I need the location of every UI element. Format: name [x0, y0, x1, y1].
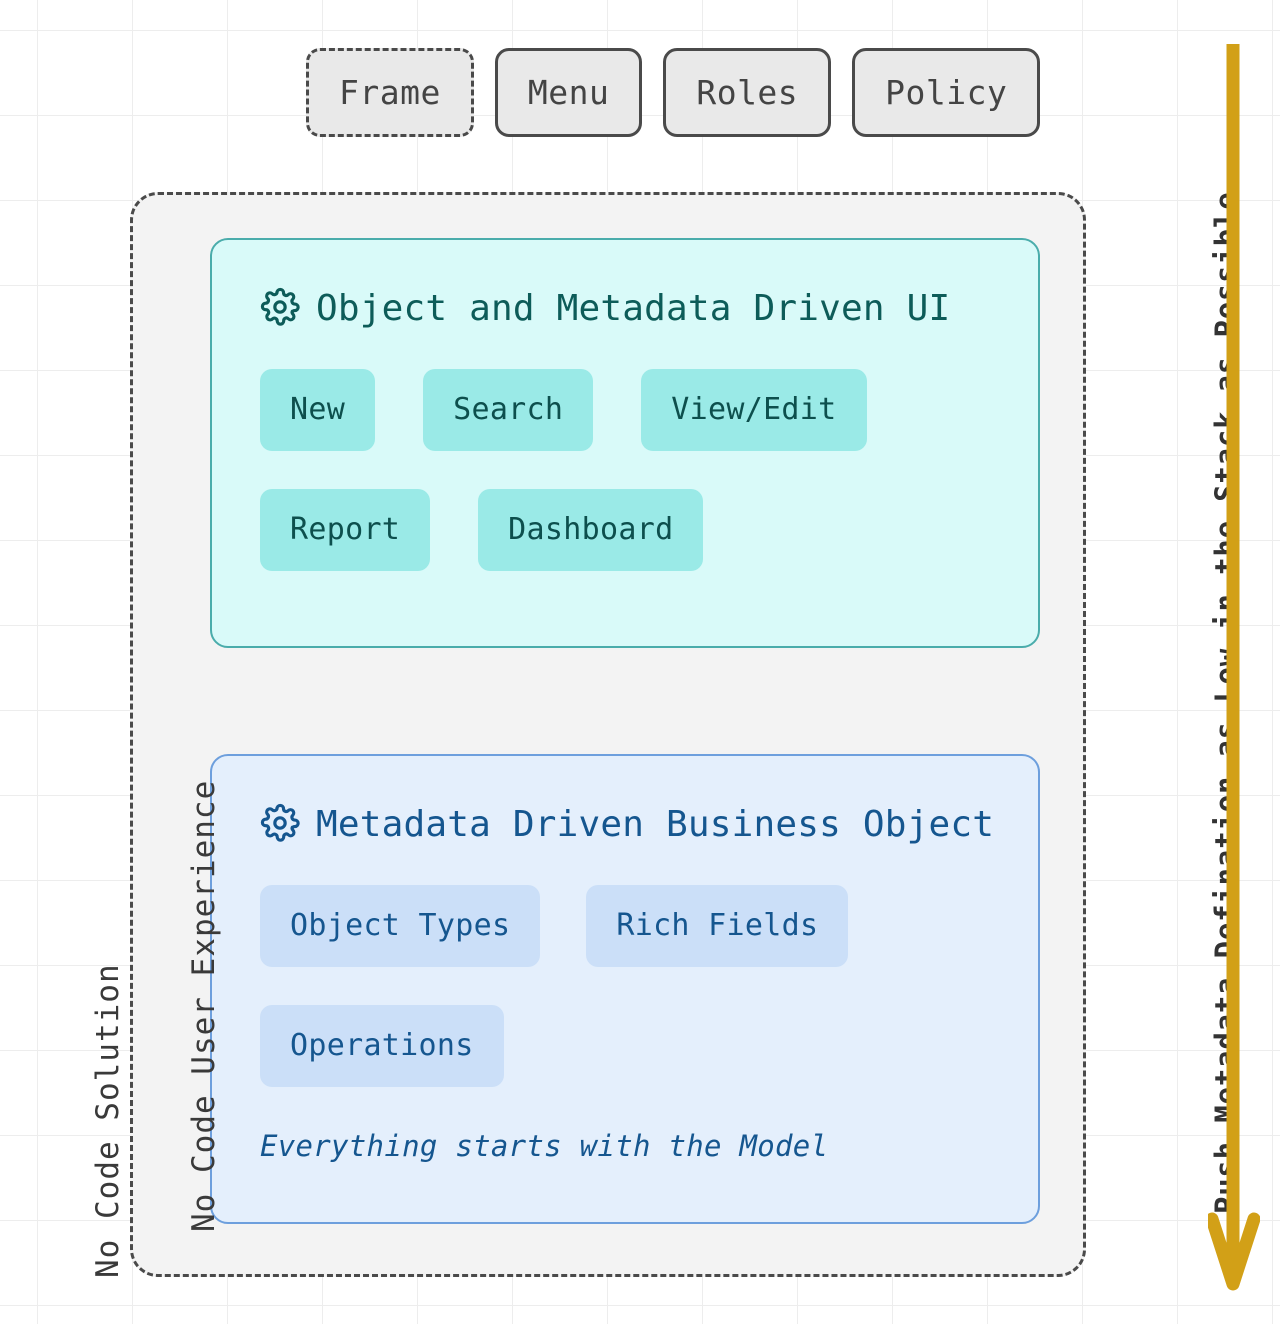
chip-label: Operations	[290, 1028, 474, 1063]
card-chip-groups: Object Types Rich Fields Operations	[212, 885, 1038, 1087]
chip-label: Dashboard	[508, 512, 674, 547]
chip-report[interactable]: Report	[260, 489, 431, 571]
gear-icon	[260, 803, 300, 847]
label-no-code-solution: No Code Solution	[90, 963, 126, 1278]
top-pill-row: Frame Menu Roles Policy	[306, 48, 1041, 137]
card-title: Metadata Driven Business Object	[316, 804, 995, 845]
chip-row: Operations	[260, 1005, 1038, 1087]
card-title: Object and Metadata Driven UI	[316, 288, 951, 329]
chip-new[interactable]: New	[260, 369, 376, 451]
chip-label: View/Edit	[671, 392, 837, 427]
chip-row: New Search View/Edit	[260, 369, 1038, 451]
card-header: Metadata Driven Business Object	[212, 756, 1038, 847]
card-note: Everything starts with the Model	[260, 1129, 829, 1163]
chip-label: New	[290, 392, 346, 427]
top-pill-label: Menu	[527, 73, 610, 112]
top-pill-policy[interactable]: Policy	[852, 48, 1041, 137]
chip-row: Object Types Rich Fields	[260, 885, 1038, 967]
chip-object-types[interactable]: Object Types	[260, 885, 541, 967]
card-header: Object and Metadata Driven UI	[212, 240, 1038, 331]
downward-arrow-icon	[1205, 44, 1261, 1308]
gear-icon	[260, 287, 300, 331]
top-pill-frame[interactable]: Frame	[306, 48, 474, 137]
chip-operations[interactable]: Operations	[260, 1005, 504, 1087]
card-metadata-driven-business-object[interactable]: Metadata Driven Business Object Object T…	[210, 754, 1040, 1224]
chip-dashboard[interactable]: Dashboard	[478, 489, 704, 571]
top-pill-label: Roles	[696, 73, 799, 112]
card-chip-groups: New Search View/Edit Report Dashboard	[212, 369, 1038, 571]
top-pill-label: Frame	[339, 73, 441, 112]
chip-search[interactable]: Search	[423, 369, 594, 451]
chip-label: Report	[290, 512, 401, 547]
chip-label: Object Types	[290, 908, 511, 943]
chip-view-edit[interactable]: View/Edit	[641, 369, 867, 451]
label-no-code-user-experience: No Code User Experience	[186, 779, 222, 1232]
chip-row: Report Dashboard	[260, 489, 1038, 571]
chip-label: Rich Fields	[616, 908, 819, 943]
chip-label: Search	[453, 392, 564, 427]
top-pill-label: Policy	[885, 73, 1008, 112]
top-pill-menu[interactable]: Menu	[494, 48, 643, 137]
top-pill-roles[interactable]: Roles	[663, 48, 832, 137]
chip-rich-fields[interactable]: Rich Fields	[586, 885, 849, 967]
card-object-and-metadata-driven-ui[interactable]: Object and Metadata Driven UI New Search…	[210, 238, 1040, 648]
diagram-canvas: Frame Menu Roles Policy Object and Metad…	[0, 0, 1280, 1324]
